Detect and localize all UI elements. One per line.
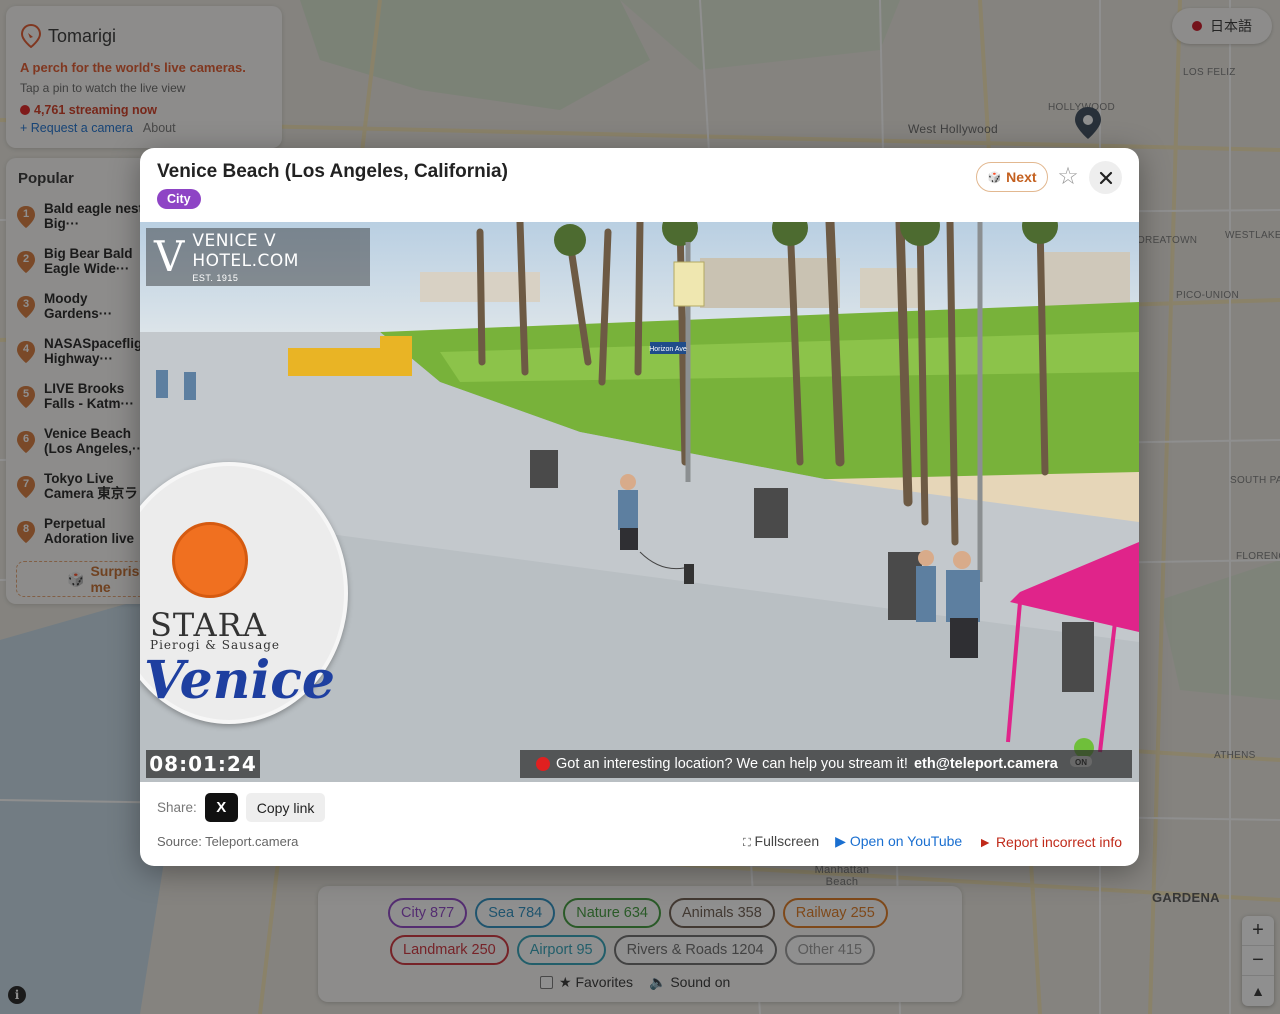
stara-venice-script: Venice <box>144 650 335 711</box>
share-row: Share: X Copy link <box>157 793 326 822</box>
open-youtube-link[interactable]: ▶ Open on YouTube <box>835 833 962 850</box>
record-dot-icon <box>536 757 550 771</box>
star-icon: ☆ <box>1057 162 1079 190</box>
stara-emblem <box>172 522 248 598</box>
next-label: Next <box>1006 169 1037 185</box>
next-camera-button[interactable]: 🎲 Next <box>976 162 1048 192</box>
copy-link-button[interactable]: Copy link <box>245 793 326 822</box>
live-video-player[interactable]: Horizon Ave STARA Pierogi & Sausage Veni… <box>140 222 1139 782</box>
banner-text: Got an interesting location? We can help… <box>556 756 908 772</box>
close-modal-button[interactable] <box>1089 161 1122 194</box>
source-text: Source: Teleport.camera <box>157 834 299 849</box>
report-info-link[interactable]: ► Report incorrect info <box>978 834 1122 850</box>
fullscreen-button[interactable]: ⛶ Fullscreen <box>743 833 819 850</box>
play-icon: ▶ <box>835 833 846 849</box>
fullscreen-icon: ⛶ <box>742 837 751 849</box>
flag-icon: ► <box>978 833 993 850</box>
close-icon <box>1099 171 1112 184</box>
watermark-est: EST. 1915 <box>192 273 239 283</box>
dice-icon: 🎲 <box>987 171 1002 184</box>
share-label: Share: <box>157 800 197 815</box>
fullscreen-label: Fullscreen <box>754 833 820 849</box>
share-x-button[interactable]: X <box>204 793 238 822</box>
favorite-star-button[interactable]: ☆ <box>1056 162 1080 190</box>
report-label: Report incorrect info <box>995 833 1122 850</box>
category-tag[interactable]: City <box>157 189 201 209</box>
camera-title: Venice Beach (Los Angeles, California) <box>157 161 508 182</box>
banner-email: eth@teleport.camera <box>913 756 1058 772</box>
venice-v-hotel-watermark: V VENICE V HOTEL.COM EST. 1915 <box>146 228 370 286</box>
camera-modal: Venice Beach (Los Angeles, California) C… <box>140 148 1139 866</box>
youtube-label: Open on YouTube <box>849 833 963 849</box>
street-sign-text: Horizon Ave <box>649 346 687 353</box>
video-timestamp: 08:01:24 <box>146 750 260 778</box>
watermark-title: VENICE V HOTEL.COM <box>192 231 299 271</box>
v-logo-icon: V <box>154 232 185 281</box>
stream-banner: Got an interesting location? We can help… <box>520 750 1132 778</box>
